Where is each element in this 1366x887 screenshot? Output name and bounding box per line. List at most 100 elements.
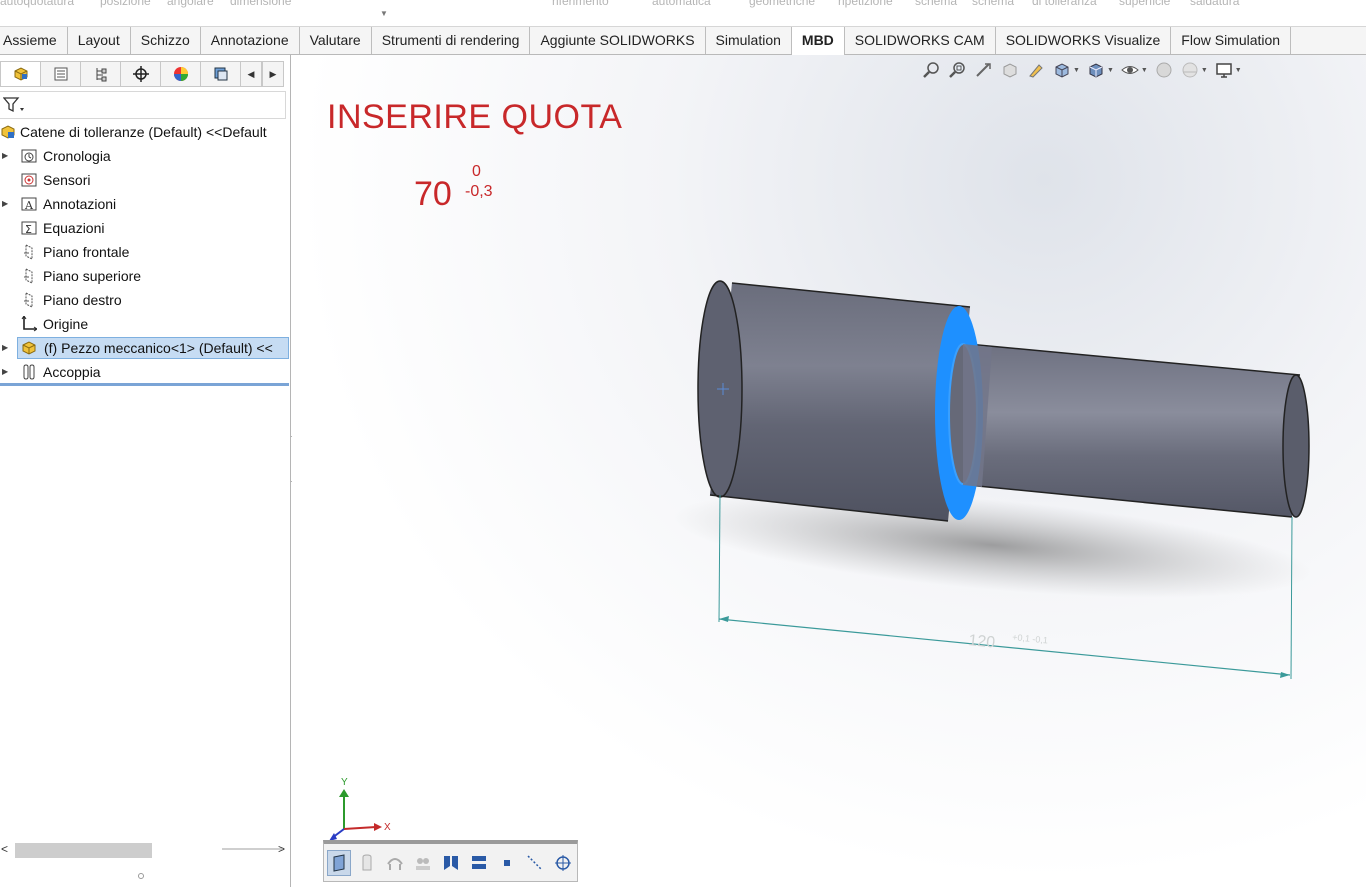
- annotations-icon: A: [21, 197, 37, 212]
- scroll-left-arrow-icon[interactable]: <: [1, 842, 8, 856]
- ribbon-label[interactable]: saldatura: [1190, 0, 1239, 8]
- feature-manager-icon: [14, 67, 27, 81]
- model-dimension-120-tolerance: +0,1 -0,1: [1012, 632, 1049, 645]
- ribbon-label[interactable]: dimensione: [230, 0, 291, 8]
- tab-solidworks-cam[interactable]: SOLIDWORKS CAM: [844, 27, 996, 54]
- feature-manager-tab[interactable]: [0, 61, 40, 87]
- ribbon-label[interactable]: ripetizione: [838, 0, 893, 8]
- configuration-manager-icon: [96, 68, 106, 82]
- ribbon-label[interactable]: schema: [915, 0, 957, 8]
- tab-valutare[interactable]: Valutare: [299, 27, 372, 54]
- tree-item-piano-destro[interactable]: Piano destro: [0, 288, 291, 312]
- ribbon-label[interactable]: schema: [972, 0, 1014, 8]
- tree-item-origine[interactable]: Origine: [0, 312, 291, 336]
- svg-text:A: A: [24, 199, 34, 212]
- ribbon-label[interactable]: posizione: [100, 0, 151, 8]
- tab-solidworks-visualize[interactable]: SOLIDWORKS Visualize: [995, 27, 1172, 54]
- tab-aggiunte-solidworks[interactable]: Aggiunte SOLIDWORKS: [530, 27, 706, 54]
- tab-flow-simulation[interactable]: Flow Simulation: [1171, 27, 1292, 54]
- expand-arrow-icon[interactable]: ▶: [2, 336, 12, 360]
- plane-icon: [24, 244, 33, 260]
- panel-scroll-left-icon[interactable]: ◀: [240, 61, 262, 87]
- scroll-right-arrow-icon[interactable]: >: [278, 842, 285, 856]
- expand-arrow-icon[interactable]: ▶: [2, 360, 12, 384]
- tree-item-annotazioni[interactable]: ▶ A Annotazioni: [0, 192, 291, 216]
- tree-item-label: Piano superiore: [43, 268, 142, 284]
- tree-root-label: Catene di tolleranze (Default) <<Default: [20, 124, 267, 140]
- filter-faces-icon[interactable]: [327, 849, 351, 876]
- assembly-icon: [1, 125, 15, 139]
- filter-vertices-icon[interactable]: [439, 850, 463, 876]
- cam-manager-tab[interactable]: [200, 61, 240, 87]
- tree-item-label: Cronologia: [43, 148, 111, 164]
- tree-item-equazioni[interactable]: Σ Equazioni: [0, 216, 291, 240]
- display-manager-tab[interactable]: [160, 61, 200, 87]
- scrollbar-thumb[interactable]: [15, 843, 152, 858]
- dimxpert-manager-tab[interactable]: [120, 61, 160, 87]
- mates-icon: [23, 364, 35, 380]
- tree-item-piano-superiore[interactable]: Piano superiore: [0, 264, 291, 288]
- tree-item-piano-frontale[interactable]: Piano frontale: [0, 240, 291, 264]
- tab-schizzo[interactable]: Schizzo: [130, 27, 201, 54]
- expand-arrow-icon[interactable]: ▶: [2, 192, 12, 216]
- scrollbar-track: [222, 848, 282, 850]
- ribbon-label[interactable]: riferimento: [552, 0, 609, 8]
- model-dimension-120-text: 120: [968, 632, 996, 651]
- tab-strumenti-rendering[interactable]: Strumenti di rendering: [371, 27, 531, 54]
- ribbon-label[interactable]: superficie: [1119, 0, 1170, 8]
- graphics-area[interactable]: ▼ ▼ ▼ ▼ ▼ INSERIRE QUOTA 70 0 -0,3 120 +…: [292, 55, 1366, 887]
- tab-layout[interactable]: Layout: [67, 27, 131, 54]
- tree-item-label: Sensori: [43, 172, 91, 188]
- tree-item-sensori[interactable]: Sensori: [0, 168, 291, 192]
- tree-item-accoppia[interactable]: ▶ Accoppia: [0, 360, 291, 384]
- filter-axes-icon[interactable]: [467, 850, 491, 876]
- property-manager-tab[interactable]: [40, 61, 80, 87]
- tree-item-label: Equazioni: [43, 220, 105, 236]
- expand-arrow-icon[interactable]: ▶: [2, 144, 12, 168]
- tree-root-item[interactable]: Catene di tolleranze (Default) <<Default: [0, 120, 291, 144]
- triad-x-label: X: [384, 822, 391, 833]
- plane-icon: [24, 292, 33, 308]
- triad-y-label: Y: [341, 777, 348, 788]
- tree-filter-bar[interactable]: [0, 91, 286, 119]
- ribbon-label[interactable]: angolare: [167, 0, 214, 8]
- filter-surface-bodies-icon[interactable]: [383, 850, 407, 876]
- ribbon-label[interactable]: geometriche: [749, 0, 815, 8]
- tab-mbd[interactable]: MBD: [791, 27, 845, 55]
- tree-item-label: (f) Pezzo meccanico<1> (Default) <<: [17, 337, 289, 359]
- small-cylinder-body[interactable]: [947, 343, 1300, 517]
- sensor-icon: [21, 173, 37, 187]
- tree-item-label: Piano destro: [43, 292, 122, 308]
- configuration-manager-tab[interactable]: [80, 61, 120, 87]
- panel-grip-icon[interactable]: [138, 873, 144, 879]
- tab-simulation[interactable]: Simulation: [705, 27, 792, 54]
- filter-sketch-segments-icon[interactable]: [523, 850, 547, 876]
- panel-scroll-right-icon[interactable]: ▶: [262, 61, 284, 87]
- tree-item-label: Accoppia: [43, 364, 101, 380]
- tree-item-label: Piano frontale: [43, 244, 130, 260]
- small-cylinder-end-face[interactable]: [1282, 374, 1310, 518]
- panel-horizontal-scrollbar[interactable]: < >: [0, 840, 291, 861]
- part-icon: [22, 341, 36, 355]
- ribbon-label[interactable]: di tolleranza: [1032, 0, 1097, 8]
- large-cylinder-body[interactable]: [710, 283, 970, 521]
- ribbon-dropdown-arrow-icon[interactable]: ▼: [380, 9, 388, 18]
- model-view: 120 +0,1 -0,1 Y X: [329, 280, 1311, 841]
- ribbon-label[interactable]: automatica: [652, 0, 711, 8]
- tree-divider: [0, 383, 289, 386]
- tab-assieme[interactable]: Assieme: [0, 27, 68, 54]
- tree-item-cronologia[interactable]: ▶ Cronologia: [0, 144, 291, 168]
- filter-origins-icon[interactable]: [551, 850, 575, 876]
- ribbon-label[interactable]: autoquotatura: [0, 0, 74, 8]
- history-icon: [21, 149, 37, 163]
- filter-icon[interactable]: [3, 97, 25, 113]
- filter-points-icon[interactable]: [495, 850, 519, 876]
- filter-solid-bodies-icon[interactable]: [411, 850, 435, 876]
- equations-icon: Σ: [21, 221, 37, 236]
- tab-annotazione[interactable]: Annotazione: [200, 27, 300, 54]
- filter-edges-icon[interactable]: [355, 850, 379, 876]
- feature-tree: Catene di tolleranze (Default) <<Default…: [0, 119, 291, 384]
- tree-item-pezzo-meccanico[interactable]: ▶ (f) Pezzo meccanico<1> (Default) <<: [0, 336, 291, 360]
- plane-icon: [24, 268, 33, 284]
- reference-triad: [329, 789, 382, 841]
